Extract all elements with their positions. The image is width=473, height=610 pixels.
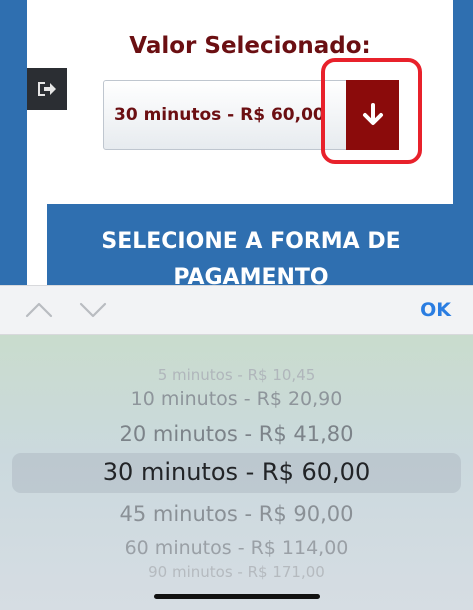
home-indicator xyxy=(154,594,320,599)
ok-button[interactable]: OK xyxy=(420,299,451,321)
select-payment-button[interactable]: SELECIONE A FORMA DE PAGAMENTO xyxy=(47,204,455,285)
picker-item[interactable]: 60 minutos - R$ 114,00 xyxy=(0,537,473,559)
chevron-down-icon[interactable] xyxy=(78,298,108,322)
sign-out-icon xyxy=(38,82,56,96)
picker-item[interactable]: 90 minutos - R$ 171,00 xyxy=(0,563,473,581)
page-title: Valor Selecionado: xyxy=(129,33,371,59)
payment-button-line2: PAGAMENTO xyxy=(173,265,329,285)
picker-toolbar: OK xyxy=(0,285,473,335)
picker-item[interactable]: 45 minutos - R$ 90,00 xyxy=(0,502,473,526)
picker-item-selected[interactable]: 30 minutos - R$ 60,00 xyxy=(0,458,473,486)
page-background: Valor Selecionado: 30 minutos - R$ 60,00… xyxy=(0,0,473,285)
selected-value: 30 minutos - R$ 60,00 xyxy=(114,105,325,125)
highlight-annotation xyxy=(321,58,422,164)
payment-button-line1: SELECIONE A FORMA DE xyxy=(101,229,401,254)
exit-button[interactable] xyxy=(27,68,67,110)
picker-item[interactable]: 20 minutos - R$ 41,80 xyxy=(0,422,473,446)
picker-item[interactable]: 10 minutos - R$ 20,90 xyxy=(0,388,473,410)
value-picker[interactable]: 5 minutos - R$ 10,45 10 minutos - R$ 20,… xyxy=(0,335,473,610)
chevron-up-icon[interactable] xyxy=(24,298,54,322)
picker-item[interactable]: 5 minutos - R$ 10,45 xyxy=(0,366,473,384)
